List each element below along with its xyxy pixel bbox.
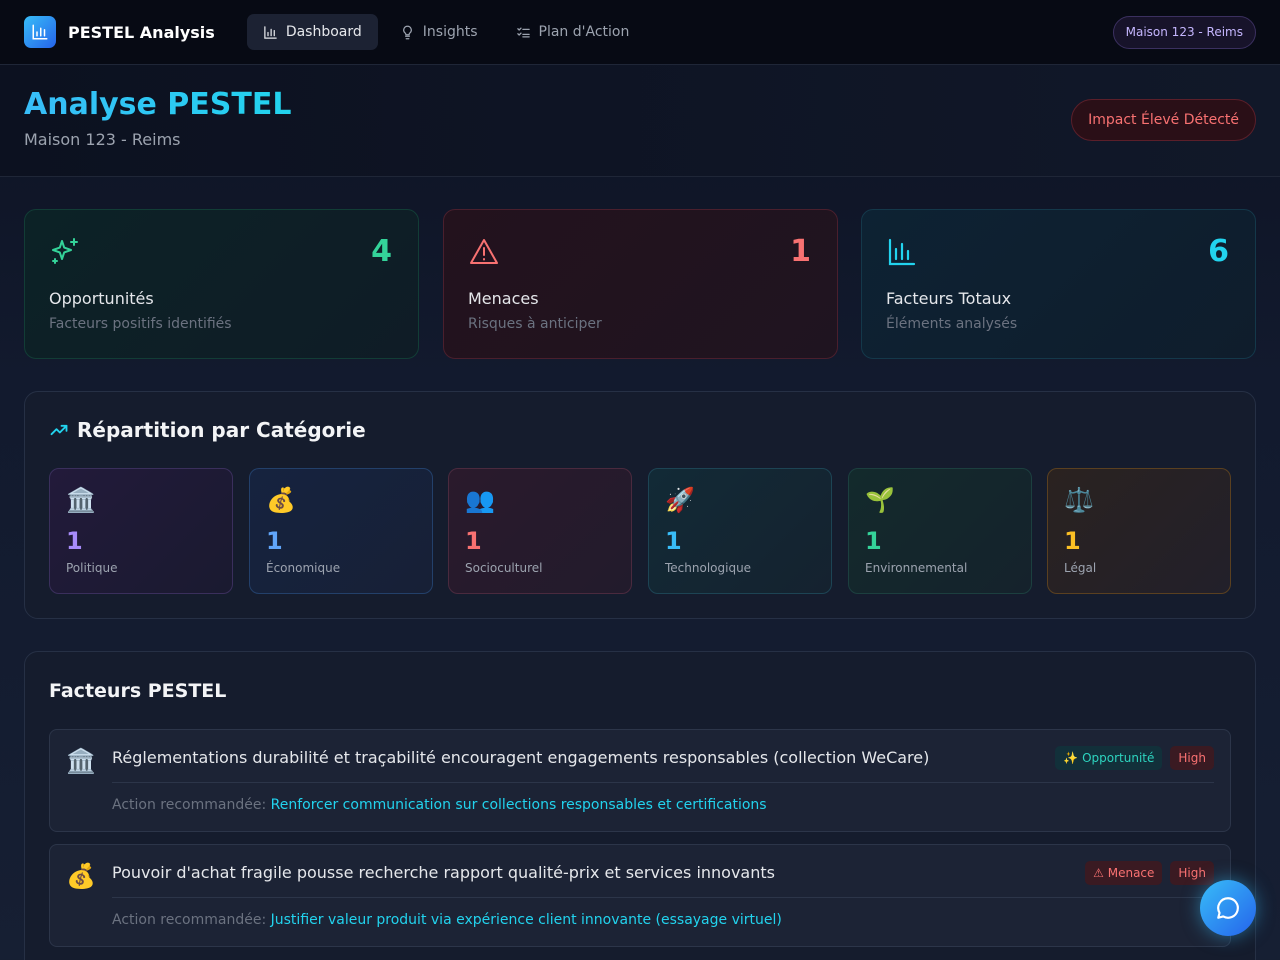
nav-label: Plan d'Action	[538, 24, 630, 40]
impact-tag: High	[1170, 861, 1214, 885]
impact-tag: High	[1170, 746, 1214, 770]
category-count: 1	[266, 527, 283, 555]
category-count: 1	[865, 527, 882, 555]
nav-plan-action[interactable]: Plan d'Action	[500, 14, 646, 50]
action-label: Action recommandée:	[112, 797, 267, 813]
sparkles-icon	[52, 238, 78, 264]
factor-title: Pouvoir d'achat fragile pousse recherche…	[112, 863, 775, 882]
stat-label: Opportunités	[49, 289, 154, 308]
opportunity-tag: ✨ Opportunité	[1055, 746, 1163, 770]
category-card-socioculturel[interactable]: 👥 1 Socioculturel	[448, 468, 632, 594]
category-card-environnemental[interactable]: 🌱 1 Environnemental	[848, 468, 1032, 594]
category-label: Technologique	[665, 561, 752, 575]
category-label: Économique	[266, 561, 341, 575]
stat-value: 1	[790, 234, 811, 269]
stat-desc: Risques à anticiper	[468, 316, 602, 332]
nav-insights[interactable]: Insights	[384, 14, 494, 50]
chat-button[interactable]	[1200, 880, 1256, 936]
page-header: Analyse PESTEL Maison 123 - Reims Impact…	[0, 65, 1280, 177]
page-title: Analyse PESTEL	[24, 87, 292, 122]
action-text: Renforcer communication sur collections …	[270, 797, 767, 813]
stat-label: Menaces	[468, 289, 539, 308]
category-label: Légal	[1064, 561, 1097, 575]
category-count: 1	[66, 527, 83, 555]
stat-desc: Facteurs positifs identifiés	[49, 316, 232, 332]
stat-value: 4	[371, 234, 392, 269]
bar-chart-icon	[32, 24, 48, 40]
bar-chart-icon	[264, 25, 277, 39]
recommended-action: Action recommandée: Justifier valeur pro…	[112, 912, 782, 928]
main-nav: Dashboard Insights Plan d'Action	[246, 14, 646, 50]
stat-desc: Éléments analysés	[886, 316, 1018, 332]
seedling-icon: 🌱	[865, 486, 895, 514]
nav-label: Dashboard	[285, 24, 362, 40]
stat-label: Facteurs Totaux	[886, 289, 1012, 308]
section-title: Répartition par Catégorie	[49, 418, 366, 442]
factor-title: Réglementations durabilité et traçabilit…	[112, 748, 930, 767]
government-building-icon: 🏛️	[66, 747, 96, 775]
category-breakdown-section: Répartition par Catégorie 🏛️ 1 Politique…	[24, 391, 1256, 619]
divider	[112, 782, 1214, 783]
stat-card-threats[interactable]: 1 Menaces Risques à anticiper	[443, 209, 838, 359]
pestel-factors-section: Facteurs PESTEL 🏛️ Réglementations durab…	[24, 651, 1256, 960]
bar-chart-icon	[888, 238, 916, 266]
factor-tags: ⚠ Menace High	[1085, 861, 1214, 885]
stat-card-opportunities[interactable]: 4 Opportunités Facteurs positifs identif…	[24, 209, 419, 359]
category-label: Environnemental	[865, 561, 968, 575]
threat-tag: ⚠ Menace	[1085, 861, 1163, 885]
action-label: Action recommandée:	[112, 912, 267, 928]
category-count: 1	[665, 527, 682, 555]
category-card-legal[interactable]: ⚖️ 1 Légal	[1047, 468, 1231, 594]
people-icon: 👥	[465, 486, 495, 514]
top-navbar: PESTEL Analysis Dashboard Insights Plan …	[0, 0, 1280, 65]
nav-label: Insights	[422, 24, 478, 40]
scales-icon: ⚖️	[1064, 486, 1094, 514]
factor-card[interactable]: 🏛️ Réglementations durabilité et traçabi…	[49, 729, 1231, 832]
section-title-text: Répartition par Catégorie	[77, 418, 366, 442]
factor-tags: ✨ Opportunité High	[1055, 746, 1214, 770]
nav-dashboard[interactable]: Dashboard	[246, 14, 378, 50]
money-bag-icon: 💰	[66, 862, 96, 890]
action-text: Justifier valeur produit via expérience …	[270, 912, 782, 928]
category-card-politique[interactable]: 🏛️ 1 Politique	[49, 468, 233, 594]
recommended-action: Action recommandée: Renforcer communicat…	[112, 797, 767, 813]
factor-card[interactable]: 💰 Pouvoir d'achat fragile pousse recherc…	[49, 844, 1231, 947]
site-badge[interactable]: Maison 123 - Reims	[1112, 15, 1256, 49]
stat-card-total-factors[interactable]: 6 Facteurs Totaux Éléments analysés	[861, 209, 1256, 359]
stat-value: 6	[1208, 234, 1229, 269]
category-count: 1	[465, 527, 482, 555]
category-label: Socioculturel	[465, 561, 543, 575]
app-logo[interactable]	[24, 16, 56, 48]
page-subtitle: Maison 123 - Reims	[24, 130, 181, 149]
impact-badge[interactable]: Impact Élevé Détecté	[1071, 99, 1256, 141]
checklist-icon	[516, 27, 530, 37]
category-card-economique[interactable]: 💰 1 Économique	[249, 468, 433, 594]
chat-bubble-icon	[1217, 897, 1239, 919]
category-card-technologique[interactable]: 🚀 1 Technologique	[648, 468, 832, 594]
rocket-icon: 🚀	[665, 486, 695, 514]
section-title: Facteurs PESTEL	[49, 680, 227, 702]
divider	[112, 897, 1214, 898]
app-brand[interactable]: PESTEL Analysis	[68, 23, 215, 42]
government-building-icon: 🏛️	[66, 486, 96, 514]
warning-icon	[470, 239, 498, 264]
trending-up-icon	[50, 424, 68, 436]
money-bag-icon: 💰	[266, 486, 296, 514]
lightbulb-icon	[402, 25, 412, 39]
category-count: 1	[1064, 527, 1081, 555]
category-label: Politique	[66, 561, 118, 575]
